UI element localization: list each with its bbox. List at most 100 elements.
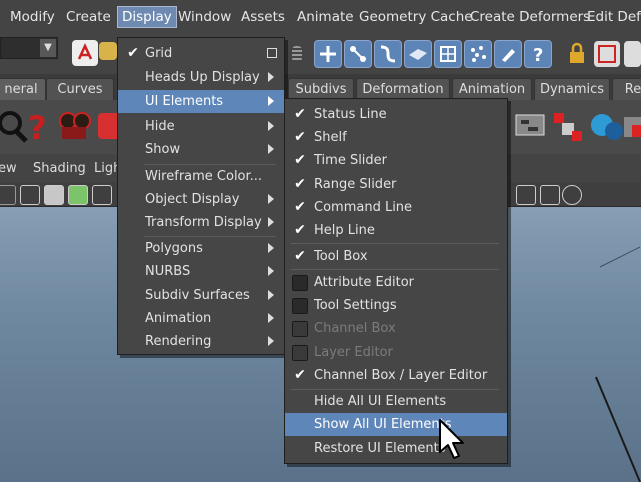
menu-item-nurbs[interactable]: NURBS <box>118 260 284 283</box>
menu-item-tool-box[interactable]: ✔ Tool Box <box>285 245 507 268</box>
checkmark-icon: ✔ <box>294 367 306 383</box>
display-menu: ✔ Grid Heads Up Display UI Elements Hide… <box>117 37 285 355</box>
checkmark-icon: ✔ <box>294 248 306 264</box>
submenu-arrow-icon <box>268 217 274 227</box>
camera-select-icon[interactable] <box>0 185 16 205</box>
menu-item-show[interactable]: Show <box>118 138 284 161</box>
render-region-icon[interactable] <box>594 41 620 67</box>
help-icon[interactable]: ? <box>22 107 60 147</box>
checkbox-icon <box>292 298 308 314</box>
submenu-arrow-icon <box>268 243 274 253</box>
menu-item-animation[interactable]: Animation <box>118 307 284 330</box>
menu-geometry-cache[interactable]: Geometry Cache <box>359 9 473 25</box>
bookmark-icon[interactable] <box>44 185 64 205</box>
camera-attr-icon[interactable] <box>20 185 40 205</box>
menu-create-deformers[interactable]: Create Deformers <box>470 9 590 25</box>
checkmark-icon: ✔ <box>294 152 306 168</box>
tab-curves[interactable]: Curves <box>46 78 114 101</box>
paint-icon[interactable] <box>494 40 522 68</box>
menu-item-polygons[interactable]: Polygons <box>118 237 284 260</box>
share-nodes-icon[interactable] <box>562 185 582 205</box>
menu-item-subdiv-surfaces[interactable]: Subdiv Surfaces <box>118 284 284 307</box>
camera-icon[interactable] <box>56 107 94 145</box>
connection-editor-icon[interactable] <box>550 107 588 145</box>
menu-create[interactable]: Create <box>66 9 111 25</box>
menu-item-rendering[interactable]: Rendering <box>118 330 284 353</box>
menu-item-range-slider[interactable]: ✔ Range Slider <box>285 173 507 196</box>
image-plane-icon[interactable] <box>68 185 88 205</box>
submenu-arrow-icon <box>268 266 274 276</box>
menu-item-status-line[interactable]: ✔ Status Line <box>285 103 507 126</box>
2d-pan-zoom-icon[interactable] <box>92 185 112 205</box>
pdf-icon[interactable] <box>72 40 98 66</box>
menu-item-attribute-editor[interactable]: Attribute Editor <box>285 271 507 294</box>
submenu-arrow-icon <box>268 72 274 82</box>
render-settings-icon[interactable] <box>620 107 641 145</box>
option-box-icon[interactable] <box>267 48 277 58</box>
menu-item-show-all-ui-elements[interactable]: Show All UI Elements <box>285 413 507 436</box>
tab-rendering[interactable]: Re <box>612 78 641 101</box>
curve-icon[interactable] <box>374 40 402 68</box>
menu-item-tool-settings[interactable]: Tool Settings <box>285 294 507 317</box>
menu-item-wireframe-color[interactable]: Wireframe Color... <box>118 165 284 188</box>
menu-item-transform-display[interactable]: Transform Display <box>118 211 284 234</box>
submenu-arrow-icon <box>268 144 274 154</box>
menu-item-hide-all-ui-elements[interactable]: Hide All UI Elements <box>285 390 507 413</box>
status-line: ▼ ? <box>0 36 641 74</box>
menu-item-layer-editor: Layer Editor <box>285 341 507 364</box>
checkmark-icon: ✔ <box>127 45 139 61</box>
folder-icon[interactable] <box>99 42 117 60</box>
menu-set-dropdown[interactable]: ▼ <box>0 37 58 59</box>
particles-icon[interactable] <box>464 40 492 68</box>
menu-edit-deformers[interactable]: Edit Defo <box>587 9 641 25</box>
grid-icon[interactable] <box>434 40 462 68</box>
checkmark-icon: ✔ <box>294 199 306 215</box>
move-icon[interactable] <box>314 40 342 68</box>
menu-item-ui-elements[interactable]: UI Elements <box>118 90 284 113</box>
menu-item-time-slider[interactable]: ✔ Time Slider <box>285 149 507 172</box>
render-icon[interactable] <box>624 41 641 67</box>
panel-menu-view[interactable]: ew <box>0 161 17 176</box>
hypergraph-icon[interactable] <box>512 107 550 145</box>
menu-item-channel-box: Channel Box <box>285 317 507 340</box>
snap-icon[interactable] <box>344 40 372 68</box>
checkbox-icon <box>292 345 308 361</box>
main-menubar: Modify Create Display Window Assets Anim… <box>0 0 641 37</box>
menu-item-object-display[interactable]: Object Display <box>118 188 284 211</box>
plane-icon[interactable] <box>404 40 432 68</box>
tab-dynamics[interactable]: Dynamics <box>534 78 610 101</box>
lock-icon[interactable] <box>564 41 590 67</box>
menu-item-hide[interactable]: Hide <box>118 115 284 138</box>
menu-window[interactable]: Window <box>178 9 231 25</box>
menu-separator <box>291 243 499 244</box>
menu-item-shelf[interactable]: ✔ Shelf <box>285 126 507 149</box>
checkmark-icon: ✔ <box>294 222 306 238</box>
checkbox-icon <box>292 275 308 291</box>
menu-item-grid[interactable]: ✔ Grid <box>118 42 284 65</box>
menu-assets[interactable]: Assets <box>241 9 285 25</box>
menu-item-command-line[interactable]: ✔ Command Line <box>285 196 507 219</box>
menu-display[interactable]: Display <box>117 6 177 28</box>
menu-item-channel-box-layer-editor[interactable]: ✔ Channel Box / Layer Editor <box>285 364 507 387</box>
menu-item-restore-ui-elements[interactable]: Restore UI Elements <box>285 437 507 460</box>
checkmark-icon: ✔ <box>294 176 306 192</box>
help-icon[interactable]: ? <box>524 40 552 68</box>
menu-item-heads-up-display[interactable]: Heads Up Display <box>118 66 284 89</box>
menu-animate[interactable]: Animate <box>297 9 354 25</box>
svg-text:?: ? <box>533 45 543 66</box>
cursor-icon <box>439 419 464 459</box>
submenu-arrow-icon <box>268 290 274 300</box>
dropdown-arrow-icon[interactable]: ▼ <box>40 39 56 57</box>
checkbox-icon <box>292 321 308 337</box>
menu-item-help-line[interactable]: ✔ Help Line <box>285 219 507 242</box>
tab-general[interactable]: neral <box>0 78 46 101</box>
isolate-icon[interactable] <box>540 185 560 205</box>
menu-modify[interactable]: Modify <box>10 9 55 25</box>
separator-handle-icon[interactable] <box>292 46 302 62</box>
cube-icon[interactable] <box>516 185 536 205</box>
ui-elements-submenu: ✔ Status Line ✔ Shelf ✔ Time Slider ✔ Ra… <box>284 98 508 464</box>
panel-menu-shading[interactable]: Shading <box>33 161 86 176</box>
submenu-arrow-icon <box>268 96 274 106</box>
submenu-arrow-icon <box>268 313 274 323</box>
checkmark-icon: ✔ <box>294 106 306 122</box>
